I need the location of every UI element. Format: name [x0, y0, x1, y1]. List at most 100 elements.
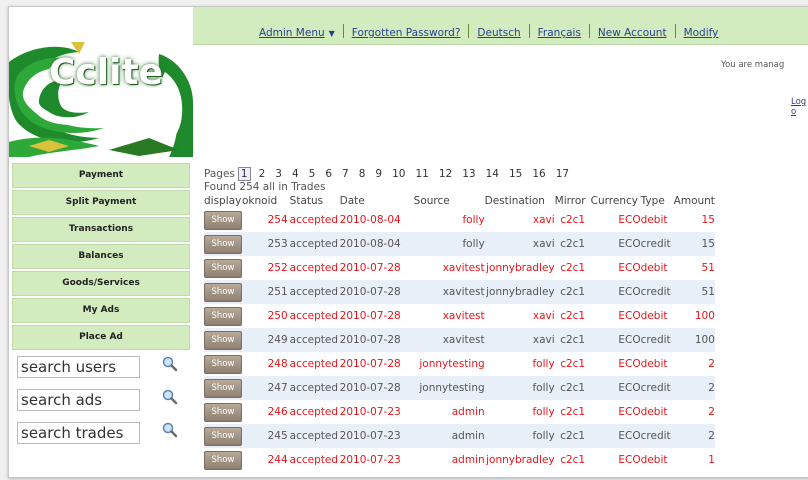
sidebar-item-payment[interactable]: Payment: [12, 163, 190, 188]
sidebar-item-goods-services[interactable]: Goods/Services: [12, 271, 190, 296]
show-button[interactable]: Show: [204, 282, 242, 302]
cell-currency: ECO: [590, 352, 641, 376]
show-button[interactable]: Show: [204, 234, 242, 254]
column-header-status[interactable]: Status: [290, 194, 340, 208]
cell-currency: ECO: [590, 376, 641, 400]
page-link-9[interactable]: 9: [375, 168, 382, 180]
column-header-currency[interactable]: Currency: [591, 194, 641, 208]
table-row[interactable]: Show 246 accepted 2010-07-23 admin folly c2c1 E…: [204, 400, 715, 424]
column-header-type[interactable]: Type: [641, 194, 674, 208]
page-link-16[interactable]: 16: [532, 168, 545, 180]
search-users-input[interactable]: [17, 356, 140, 378]
table-row[interactable]: Show 252 accepted 2010-07-28 xavitest jonnybr…: [204, 256, 715, 280]
cell-date: 2010-07-23: [339, 424, 414, 448]
column-header-id[interactable]: id: [268, 194, 290, 208]
page-link-13[interactable]: 13: [462, 168, 475, 180]
search-icon[interactable]: [162, 356, 178, 372]
page-link-3[interactable]: 3: [275, 168, 282, 180]
cell-destination: folly: [484, 352, 555, 376]
column-header-mirror[interactable]: Mirror: [555, 194, 591, 208]
nav-admin-menu[interactable]: Admin Menu ▼: [259, 27, 335, 39]
sidebar-item-balances[interactable]: Balances: [12, 244, 190, 269]
page-link-4[interactable]: 4: [292, 168, 299, 180]
column-header-source[interactable]: Source: [414, 194, 485, 208]
show-button[interactable]: Show: [204, 402, 242, 422]
column-header-display[interactable]: display: [204, 194, 242, 208]
table-row[interactable]: Show 253 accepted 2010-08-04 folly xavi c2c1 EC…: [204, 232, 715, 256]
search-trades-input[interactable]: [17, 422, 140, 444]
cell-no: [254, 376, 268, 400]
page-link-7[interactable]: 7: [342, 168, 349, 180]
sidebar-item-split-payment[interactable]: Split Payment: [12, 190, 190, 215]
show-button[interactable]: Show: [204, 450, 242, 470]
show-button[interactable]: Show: [204, 378, 242, 398]
cell-ok: [242, 424, 255, 448]
page-link-5[interactable]: 5: [309, 168, 316, 180]
search-icon[interactable]: [162, 389, 178, 405]
logout-link[interactable]: Log o: [791, 97, 808, 117]
cell-destination: jonnybradley: [484, 256, 555, 280]
page-link-10[interactable]: 10: [392, 168, 405, 180]
table-row[interactable]: Show 251 accepted 2010-07-28 xavitest jonnybr…: [204, 280, 715, 304]
nav-francais[interactable]: Français: [538, 27, 581, 39]
page-link-6[interactable]: 6: [325, 168, 332, 180]
nav-forgotten-password[interactable]: Forgotten Password?: [352, 27, 461, 39]
search-icon[interactable]: [162, 422, 178, 438]
table-row[interactable]: Show 244 accepted 2010-07-23 admin jonnybradl…: [204, 448, 715, 472]
page-link-8[interactable]: 8: [359, 168, 366, 180]
column-header-no[interactable]: no: [255, 194, 268, 208]
nav-new-account[interactable]: New Account: [598, 27, 667, 39]
page-link-11[interactable]: 11: [415, 168, 428, 180]
search-ads-input[interactable]: [17, 389, 140, 411]
cell-id: 244: [267, 448, 290, 472]
show-button[interactable]: Show: [204, 210, 242, 230]
page-link-1[interactable]: 1: [237, 167, 251, 181]
page-link-14[interactable]: 14: [486, 168, 499, 180]
cell-source: xavitest: [413, 256, 485, 280]
nav-deutsch[interactable]: Deutsch: [477, 27, 520, 39]
table-row[interactable]: Show 245 accepted 2010-07-23 admin folly c2c1 E…: [204, 424, 715, 448]
cell-display: Show: [204, 280, 242, 304]
cell-no: [254, 328, 268, 352]
cell-source: jonnytesting: [413, 376, 485, 400]
cell-status: accepted: [289, 304, 340, 328]
cell-currency: ECO: [590, 328, 641, 352]
table-row[interactable]: Show 248 accepted 2010-07-28 jonnytesting fol…: [204, 352, 715, 376]
show-button[interactable]: Show: [204, 306, 242, 326]
column-header-date[interactable]: Date: [340, 194, 414, 208]
column-header-ok[interactable]: ok: [242, 194, 255, 208]
cell-no: [254, 280, 268, 304]
cell-currency: ECO: [590, 424, 641, 448]
column-header-amount[interactable]: Amount: [674, 194, 715, 208]
show-button[interactable]: Show: [204, 258, 242, 278]
column-header-destination[interactable]: Destination: [485, 194, 555, 208]
cell-status: accepted: [289, 328, 340, 352]
show-button[interactable]: Show: [204, 354, 242, 374]
site-logo[interactable]: Cclite: [9, 42, 193, 157]
cell-no: [254, 208, 268, 232]
page-link-2[interactable]: 2: [259, 168, 266, 180]
cell-status: accepted: [289, 424, 340, 448]
table-row[interactable]: Show 254 accepted 2010-08-04 folly xavi c2c1 EC…: [204, 208, 715, 232]
sidebar-item-my-ads[interactable]: My Ads: [12, 298, 190, 323]
show-button[interactable]: Show: [204, 426, 242, 446]
show-button[interactable]: Show: [204, 330, 242, 350]
page-link-15[interactable]: 15: [509, 168, 522, 180]
cell-destination: jonnybradley: [484, 280, 555, 304]
page-link-17[interactable]: 17: [556, 168, 569, 180]
nav-modify[interactable]: Modify: [684, 27, 719, 39]
table-row[interactable]: Show 249 accepted 2010-07-28 xavitest xavi c2c…: [204, 328, 715, 352]
cell-source: admin: [413, 400, 485, 424]
cell-status: accepted: [289, 376, 340, 400]
table-row[interactable]: Show 250 accepted 2010-07-28 xavitest xavi c2c…: [204, 304, 715, 328]
cell-display: Show: [204, 400, 242, 424]
page-link-12[interactable]: 12: [439, 168, 452, 180]
table-row[interactable]: Show 247 accepted 2010-07-28 jonnytesting fol…: [204, 376, 715, 400]
sidebar-item-transactions[interactable]: Transactions: [12, 217, 190, 242]
cell-no: [254, 232, 268, 256]
sidebar-item-place-ad[interactable]: Place Ad: [12, 325, 190, 350]
cell-display: Show: [204, 256, 242, 280]
cell-display: Show: [204, 328, 242, 352]
cell-id: 253: [267, 232, 290, 256]
cell-date: 2010-07-28: [339, 352, 414, 376]
